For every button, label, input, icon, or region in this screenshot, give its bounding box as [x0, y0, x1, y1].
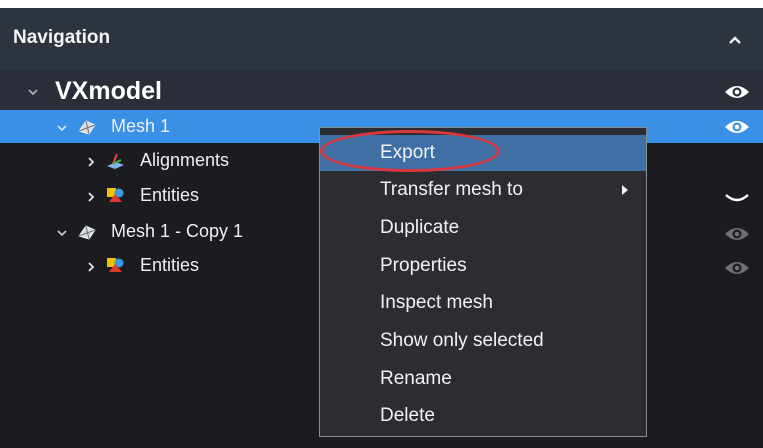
menu-item-label: Export	[380, 142, 435, 163]
tree-root-vxmodel[interactable]: VXmodel	[0, 70, 763, 110]
menu-item-delete[interactable]: Delete	[320, 398, 646, 434]
menu-item-duplicate[interactable]: Duplicate	[320, 210, 646, 246]
menu-item-label: Rename	[380, 368, 452, 389]
tree-root-label: VXmodel	[55, 77, 162, 105]
menu-item-label: Inspect mesh	[380, 292, 493, 313]
eye-icon[interactable]	[723, 224, 751, 244]
menu-item-label: Delete	[380, 405, 435, 426]
chevron-down-icon[interactable]	[26, 85, 40, 99]
menu-item-inspect-mesh[interactable]: Inspect mesh	[320, 285, 646, 321]
context-menu: Export Transfer mesh to Duplicate Proper…	[319, 127, 647, 437]
chevron-up-icon[interactable]	[725, 30, 745, 50]
menu-item-properties[interactable]: Properties	[320, 248, 646, 284]
entities-icon	[104, 255, 126, 275]
menu-item-label: Properties	[380, 255, 467, 276]
panel-header: Navigation	[0, 8, 763, 70]
mesh-icon	[76, 117, 98, 137]
eye-icon[interactable]	[723, 117, 751, 137]
top-strip	[0, 0, 763, 8]
menu-item-transfer-mesh-to[interactable]: Transfer mesh to	[320, 172, 646, 208]
menu-item-rename[interactable]: Rename	[320, 361, 646, 397]
chevron-right-icon[interactable]	[84, 260, 98, 274]
eye-closed-icon[interactable]	[723, 187, 751, 207]
eye-icon[interactable]	[723, 82, 751, 102]
tree-item-label: Mesh 1	[111, 116, 171, 136]
menu-item-label: Transfer mesh to	[380, 179, 523, 200]
tree-item-label: Entities	[140, 185, 200, 205]
tree-item-label: Entities	[140, 255, 200, 275]
menu-item-label: Show only selected	[380, 330, 544, 351]
eye-icon[interactable]	[723, 258, 751, 278]
tree-item-label: Alignments	[140, 150, 230, 170]
alignment-icon	[104, 151, 126, 171]
entities-icon	[104, 185, 126, 205]
panel-title: Navigation	[13, 27, 111, 48]
menu-item-export[interactable]: Export	[320, 135, 646, 171]
chevron-right-icon[interactable]	[84, 155, 98, 169]
menu-item-label: Duplicate	[380, 217, 460, 238]
chevron-down-icon[interactable]	[55, 121, 69, 135]
mesh-icon	[76, 222, 98, 242]
chevron-right-icon[interactable]	[84, 190, 98, 204]
submenu-arrow-icon	[622, 185, 628, 195]
tree-item-label: Mesh 1 - Copy 1	[111, 221, 244, 241]
menu-item-show-only-selected[interactable]: Show only selected	[320, 323, 646, 359]
chevron-down-icon[interactable]	[55, 226, 69, 240]
